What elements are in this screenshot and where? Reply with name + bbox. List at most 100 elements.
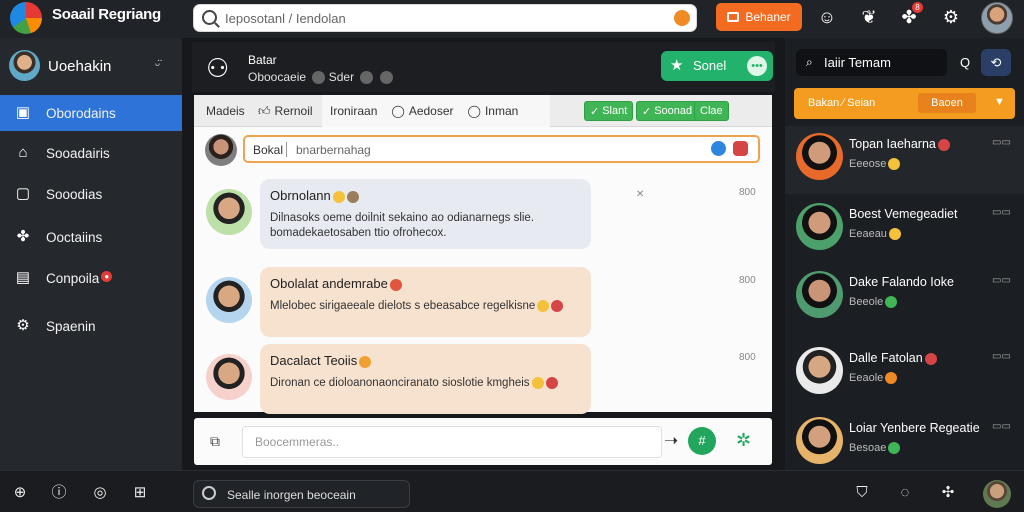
post-item: Dacalact Teoiis Dironan ce dioloanonaonc…	[194, 344, 772, 418]
emoji-icon	[537, 299, 550, 312]
user-avatar[interactable]	[981, 2, 1013, 34]
more-icon[interactable]: ▭▭	[992, 137, 1011, 148]
search-button-icon[interactable]: Q	[950, 49, 980, 76]
settings-icon[interactable]: ⚙	[940, 6, 962, 28]
main-panel: ⚇ Batar Oboocaeie Sder ★ Sonel ••• Madei…	[182, 38, 785, 470]
post-bubble[interactable]: Obolalat andemrabe Mlelobec sirigaeeale …	[260, 267, 591, 337]
gear-icon[interactable]	[312, 71, 326, 85]
contact-search-input[interactable]: ⌕ Iaiir Temam	[796, 49, 947, 76]
contact-status: Eeaeau	[849, 228, 901, 241]
hashtag-button[interactable]: #	[688, 427, 716, 455]
contact-avatar	[796, 347, 843, 394]
grid-icon[interactable]: ⊞	[130, 483, 150, 503]
dashboard-icon: ▣	[15, 104, 31, 121]
emoji-icon	[389, 278, 402, 291]
app-title: Soaail Regriang	[52, 6, 161, 23]
top-cta-button[interactable]: Behaner	[716, 3, 802, 31]
contact-avatar	[796, 133, 843, 180]
smile-icon[interactable]: ᵕ̈	[155, 57, 160, 72]
bottom-search-text: Sealle inorgen beoceain	[227, 488, 356, 502]
composer-label: Bokal	[253, 143, 284, 157]
gear-icon[interactable]: ✲	[736, 430, 751, 451]
share-icon[interactable]: ✣	[938, 483, 958, 503]
post-body: Dironan ce dioloanonaonciranato siosloti…	[270, 376, 585, 391]
attach-icon[interactable]: ⧉	[210, 433, 220, 450]
contact-name: Topan Iaeharna	[849, 137, 950, 151]
post-timestamp: 800	[739, 187, 756, 198]
globe-icon[interactable]: ⊕	[10, 483, 30, 503]
post-feed: Bokal bnarbernahag Obrnolann Dilnasoks o…	[194, 127, 772, 414]
promo-bar[interactable]: Bakan ∕ Seian Baoen ▼	[794, 88, 1015, 119]
group-name: Batar	[248, 53, 277, 67]
star-icon: ★	[670, 57, 684, 74]
emoji-icon[interactable]: ☺	[816, 6, 838, 28]
clock-icon: ◯	[391, 104, 405, 118]
share-icon[interactable]	[360, 71, 374, 85]
info-icon[interactable]: ⓘ	[49, 483, 69, 503]
post-avatar[interactable]	[206, 354, 252, 400]
globe-icon[interactable]	[711, 141, 726, 156]
send-icon[interactable]: ➝	[664, 431, 678, 451]
tab-ironiraan[interactable]: Ironiraan ◯ Aedoser ◯ Inman	[322, 95, 550, 127]
post-composer-input[interactable]: Bokal bnarbernahag	[243, 135, 760, 163]
sidebar-item-spaenin[interactable]: ⚙ Spaenin	[0, 308, 182, 344]
contact-item[interactable]: Dake Falando Ioke Beeole ▭▭	[785, 264, 1024, 332]
bottom-search-input[interactable]: Sealle inorgen beoceain	[193, 480, 410, 508]
sidebar-item-conpoila[interactable]: ▤ Conpoila ●	[0, 260, 182, 296]
search-icon	[202, 10, 217, 25]
sidebar-item-ooctaiins[interactable]: ✤ Ooctaiins	[0, 219, 182, 255]
contact-status: Beeole	[849, 296, 898, 309]
promo-label: Bakan ∕ Seian	[808, 97, 876, 109]
tab-madeis[interactable]: Madeis	[206, 95, 245, 127]
post-title: Obrnolann	[270, 188, 359, 203]
filter-pill[interactable]: Clae	[694, 101, 729, 121]
post-avatar[interactable]	[206, 189, 252, 235]
camera-icon[interactable]: ◎	[90, 483, 110, 503]
post-avatar[interactable]	[206, 277, 252, 323]
contact-avatar	[796, 203, 843, 250]
chevron-down-icon[interactable]: ▼	[994, 96, 1005, 108]
sidebar-item-oborodains[interactable]: ▣ Oborodains	[0, 95, 182, 131]
contact-item[interactable]: Topan Iaeharna Eeeose ▭▭	[785, 126, 1024, 194]
filter-pill[interactable]: ✓ Slant	[584, 101, 634, 121]
close-icon[interactable]: ✕	[636, 189, 644, 200]
search-filter-icon[interactable]	[674, 10, 690, 26]
emoji-icon	[332, 190, 345, 203]
shield-icon[interactable]: ⛉	[852, 483, 872, 503]
post-body: Mlelobec sirigaeeale dielots s ebeasabce…	[270, 299, 585, 314]
group-icon: ⚇	[206, 53, 230, 83]
refresh-icon[interactable]: ⟲	[981, 49, 1011, 76]
contact-item[interactable]: Dalle Fatolan Eeaole ▭▭	[785, 340, 1024, 408]
post-bubble[interactable]: Dacalact Teoiis Dironan ce dioloanonaonc…	[260, 344, 591, 414]
contact-avatar	[796, 417, 843, 464]
folder-icon: ▢	[15, 185, 31, 202]
post-bubble[interactable]: Obrnolann Dilnasoks oeme doilnit sekaino…	[260, 179, 644, 249]
bird-icon[interactable]: ❦	[858, 6, 880, 28]
sidebar-item-sooodias[interactable]: ▢ Sooodias	[0, 176, 182, 212]
contact-item[interactable]: Boest Vemegeadiet Eeaeau ▭▭	[785, 196, 1024, 264]
search-icon: ⌕	[806, 55, 813, 69]
filter-pill[interactable]: ✓ Soonad	[636, 101, 699, 121]
app-logo-icon[interactable]	[10, 2, 42, 34]
more-icon[interactable]	[379, 71, 393, 85]
help-icon[interactable]: ◌	[895, 483, 915, 503]
puzzle-icon[interactable]: ✤ 8	[898, 2, 923, 28]
message-input[interactable]: Boocemmeras..	[242, 426, 662, 458]
contact-status: Besoae	[849, 442, 901, 455]
chat-bubble-icon[interactable]: •••	[747, 56, 767, 76]
camera-icon[interactable]	[733, 141, 748, 156]
more-icon[interactable]: ▭▭	[992, 421, 1011, 432]
more-icon[interactable]: ▭▭	[992, 351, 1011, 362]
search-input[interactable]: Ieposotanl / Iendolan	[193, 4, 697, 32]
sidebar-item-sooadairis[interactable]: ⌂ Sooadairis	[0, 135, 182, 171]
notification-badge: 8	[912, 2, 923, 13]
bottom-user-avatar[interactable]	[983, 480, 1011, 508]
more-icon[interactable]: ▭▭	[992, 207, 1011, 218]
promo-button[interactable]: Baoen	[918, 93, 976, 113]
more-icon[interactable]: ▭▭	[992, 275, 1011, 286]
join-button[interactable]: ★ Sonel •••	[661, 51, 773, 81]
contact-name: Boest Vemegeadiet	[849, 207, 958, 221]
tab-rernoil[interactable]: 👍︎ Rernoil	[258, 95, 313, 127]
profile-row[interactable]: Uoehakin ᵕ̈	[0, 48, 182, 88]
contact-item[interactable]: Loiar Yenbere Regeatie Besoae ▭▭	[785, 410, 1024, 478]
